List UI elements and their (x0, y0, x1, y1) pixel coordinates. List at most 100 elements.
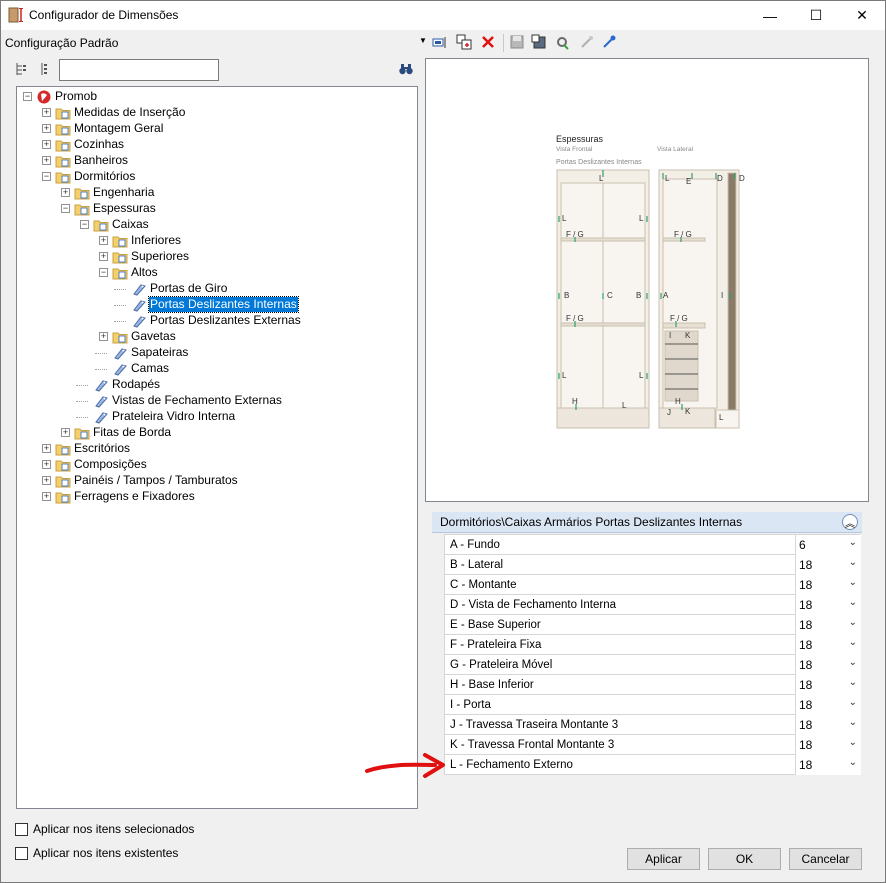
export-icon[interactable] (530, 33, 548, 51)
expand-icon[interactable]: + (42, 444, 51, 453)
cancel-button[interactable]: Cancelar (789, 848, 862, 870)
ok-button[interactable]: OK (708, 848, 781, 870)
apply-existing-option[interactable]: Aplicar nos itens existentes (15, 845, 178, 861)
save-icon[interactable] (508, 33, 526, 51)
tree-node-portas-deslizantes-externas[interactable]: Portas Deslizantes Externas (17, 313, 417, 329)
apply-button[interactable]: Aplicar (627, 848, 700, 870)
chevron-down-icon[interactable]: ⌄ (849, 537, 857, 548)
config-dropdown-arrow-icon[interactable]: ▼ (419, 36, 427, 45)
tree-node-escritórios[interactable]: + Escritórios (17, 441, 417, 457)
property-row[interactable]: J - Travessa Traseira Montante 3 18 ⌄ (444, 715, 861, 735)
copy-config-icon[interactable] (455, 33, 473, 51)
tree-search-input[interactable] (59, 59, 219, 81)
tree-node-portas-de-giro[interactable]: Portas de Giro (17, 281, 417, 297)
property-value-dropdown[interactable]: 18 ⌄ (795, 595, 861, 615)
expand-icon[interactable]: + (42, 476, 51, 485)
expand-icon[interactable]: + (99, 236, 108, 245)
tree-node-promob[interactable]: − Promob (17, 89, 417, 105)
expand-icon[interactable]: + (61, 428, 70, 437)
property-value-dropdown[interactable]: 18 ⌄ (795, 655, 861, 675)
chevron-down-icon[interactable]: ⌄ (849, 737, 857, 748)
expand-icon[interactable]: + (99, 252, 108, 261)
expand-icon[interactable]: + (99, 332, 108, 341)
collapse-icon[interactable]: − (61, 204, 70, 213)
connect-icon[interactable] (600, 33, 618, 51)
expand-icon[interactable]: + (42, 492, 51, 501)
property-value-dropdown[interactable]: 18 ⌄ (795, 755, 861, 775)
expand-icon[interactable]: + (61, 188, 70, 197)
collapse-icon[interactable]: − (23, 92, 32, 101)
property-row[interactable]: K - Travessa Frontal Montante 3 18 ⌄ (444, 735, 861, 755)
chevron-down-icon[interactable]: ⌄ (849, 717, 857, 728)
property-value-dropdown[interactable]: 18 ⌄ (795, 555, 861, 575)
property-row[interactable]: C - Montante 18 ⌄ (444, 575, 861, 595)
tree-node-sapateiras[interactable]: Sapateiras (17, 345, 417, 361)
property-row[interactable]: A - Fundo 6 ⌄ (444, 535, 861, 555)
chevron-down-icon[interactable]: ⌄ (849, 697, 857, 708)
category-tree[interactable]: − Promob + Medidas de Inserção + Montagem Ger… (16, 86, 418, 809)
expand-icon[interactable]: + (42, 140, 51, 149)
property-row[interactable]: L - Fechamento Externo 18 ⌄ (444, 755, 861, 775)
close-button[interactable]: ✕ (839, 1, 885, 30)
property-row[interactable]: D - Vista de Fechamento Interna 18 ⌄ (444, 595, 861, 615)
property-row[interactable]: B - Lateral 18 ⌄ (444, 555, 861, 575)
double-chevron-up-icon[interactable]: ︽ (842, 514, 858, 530)
disconnect-icon[interactable] (578, 33, 596, 51)
tree-node-superiores[interactable]: + Superiores (17, 249, 417, 265)
property-row[interactable]: F - Prateleira Fixa 18 ⌄ (444, 635, 861, 655)
property-value-dropdown[interactable]: 18 ⌄ (795, 575, 861, 595)
property-value-dropdown[interactable]: 18 ⌄ (795, 695, 861, 715)
tree-node-painéis-tampos-tamburatos[interactable]: + Painéis / Tampos / Tamburatos (17, 473, 417, 489)
tree-node-cozinhas[interactable]: + Cozinhas (17, 137, 417, 153)
apply-selected-checkbox[interactable] (15, 822, 28, 836)
tree-node-altos[interactable]: − Altos (17, 265, 417, 281)
tree-node-dormitórios[interactable]: − Dormitórios (17, 169, 417, 185)
chevron-down-icon[interactable]: ⌄ (849, 657, 857, 668)
tree-node-espessuras[interactable]: − Espessuras (17, 201, 417, 217)
property-row[interactable]: I - Porta 18 ⌄ (444, 695, 861, 715)
property-value-dropdown[interactable]: 18 ⌄ (795, 615, 861, 635)
collapse-icon[interactable]: − (80, 220, 89, 229)
tree-node-gavetas[interactable]: + Gavetas (17, 329, 417, 345)
property-value-dropdown[interactable]: 6 ⌄ (795, 535, 861, 555)
chevron-down-icon[interactable]: ⌄ (849, 557, 857, 568)
delete-icon[interactable] (479, 33, 497, 51)
expand-icon[interactable]: + (42, 108, 51, 117)
property-value-dropdown[interactable]: 18 ⌄ (795, 675, 861, 695)
expand-icon[interactable]: + (42, 156, 51, 165)
tree-node-caixas[interactable]: − Caixas (17, 217, 417, 233)
tree-node-prateleira-vidro-interna[interactable]: Prateleira Vidro Interna (17, 409, 417, 425)
minimize-button[interactable]: — (747, 1, 793, 30)
property-row[interactable]: G - Prateleira Móvel 18 ⌄ (444, 655, 861, 675)
tree-expand-icon[interactable] (13, 60, 31, 78)
chevron-down-icon[interactable]: ⌄ (849, 617, 857, 628)
apply-selected-option[interactable]: Aplicar nos itens selecionados (15, 821, 194, 837)
tree-node-banheiros[interactable]: + Banheiros (17, 153, 417, 169)
chevron-down-icon[interactable]: ⌄ (849, 757, 857, 768)
tree-node-camas[interactable]: Camas (17, 361, 417, 377)
property-row[interactable]: H - Base Inferior 18 ⌄ (444, 675, 861, 695)
expand-icon[interactable]: + (42, 124, 51, 133)
chevron-down-icon[interactable]: ⌄ (849, 577, 857, 588)
tree-node-inferiores[interactable]: + Inferiores (17, 233, 417, 249)
chevron-down-icon[interactable]: ⌄ (849, 637, 857, 648)
property-row[interactable]: E - Base Superior 18 ⌄ (444, 615, 861, 635)
chevron-down-icon[interactable]: ⌄ (849, 597, 857, 608)
tree-collapse-icon[interactable] (35, 60, 53, 78)
expand-icon[interactable]: + (42, 460, 51, 469)
tree-node-ferragens-e-fixadores[interactable]: + Ferragens e Fixadores (17, 489, 417, 505)
rename-icon[interactable] (431, 33, 449, 51)
property-value-dropdown[interactable]: 18 ⌄ (795, 735, 861, 755)
tree-node-engenharia[interactable]: + Engenharia (17, 185, 417, 201)
property-value-dropdown[interactable]: 18 ⌄ (795, 715, 861, 735)
settings-icon[interactable] (554, 33, 572, 51)
tree-node-composições[interactable]: + Composições (17, 457, 417, 473)
property-value-dropdown[interactable]: 18 ⌄ (795, 635, 861, 655)
tree-node-vistas-de-fechamento-externas[interactable]: Vistas de Fechamento Externas (17, 393, 417, 409)
maximize-button[interactable]: ☐ (793, 1, 839, 30)
tree-node-portas-deslizantes-internas[interactable]: Portas Deslizantes Internas (17, 296, 417, 313)
collapse-icon[interactable]: − (99, 268, 108, 277)
apply-existing-checkbox[interactable] (15, 846, 28, 860)
tree-node-fitas-de-borda[interactable]: + Fitas de Borda (17, 425, 417, 441)
binoculars-icon[interactable] (397, 60, 415, 78)
